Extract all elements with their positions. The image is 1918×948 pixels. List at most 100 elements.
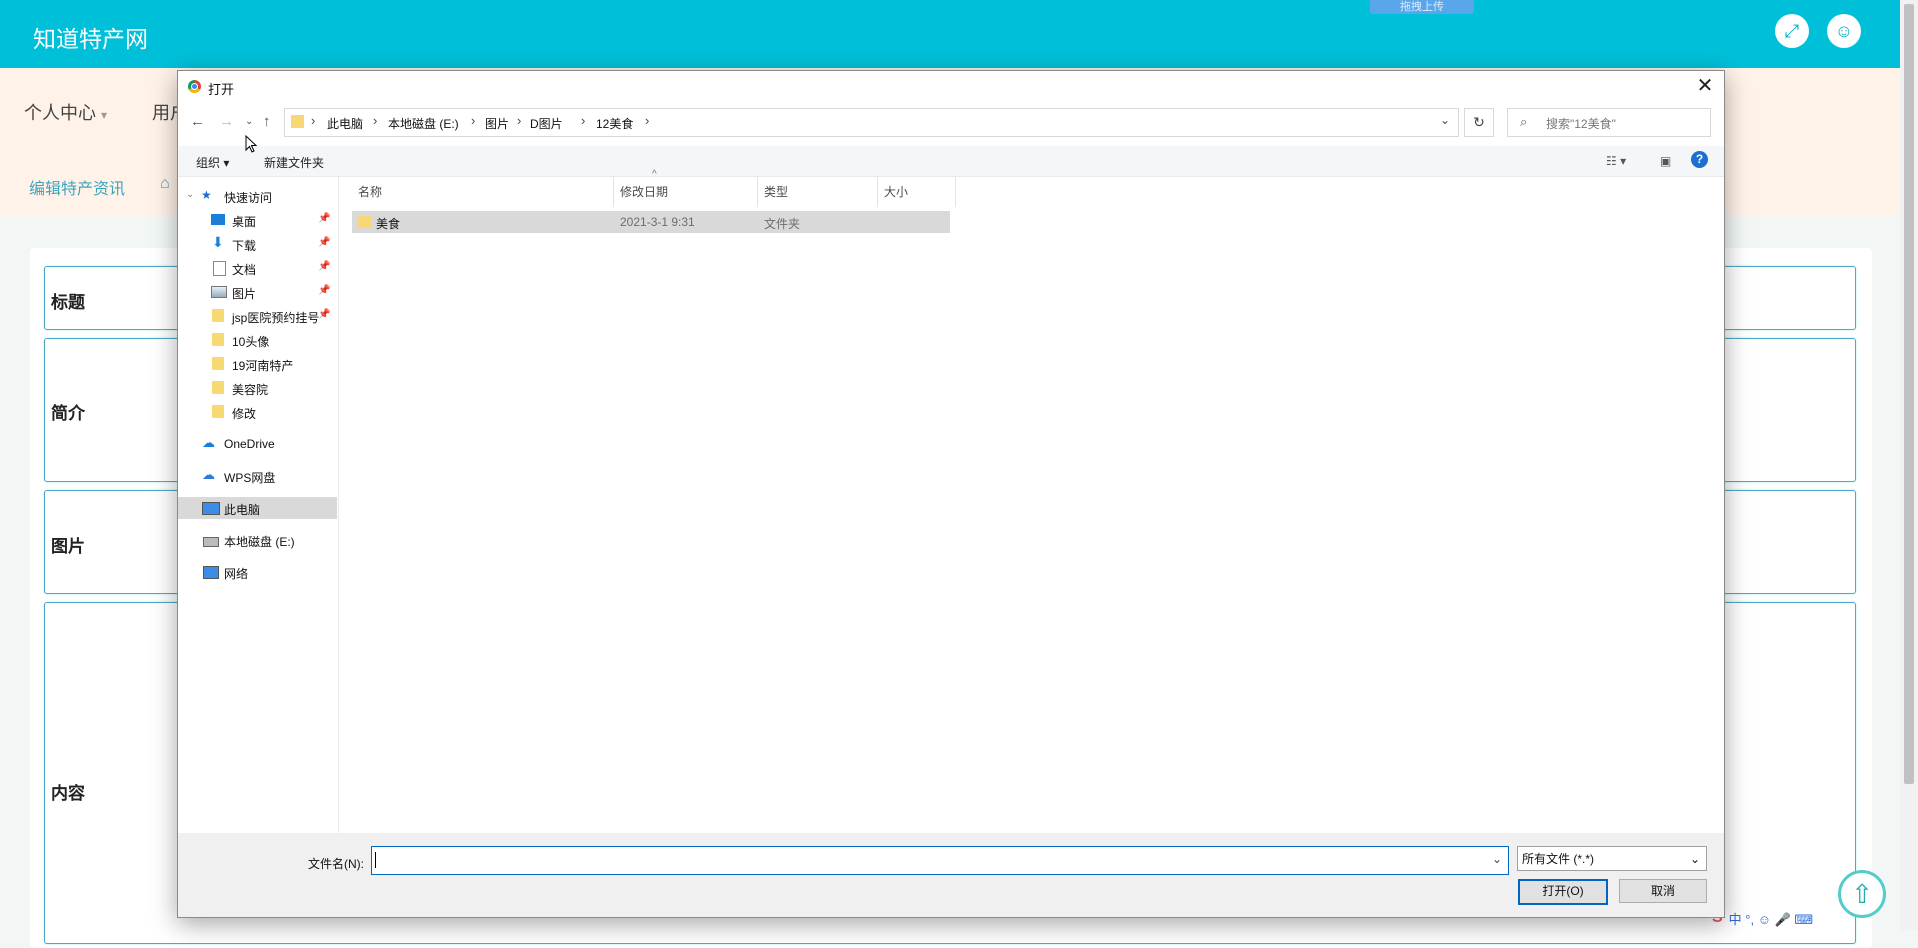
folder-icon [212, 381, 224, 394]
edit-news-link[interactable]: 编辑特产资讯 [29, 175, 125, 199]
folder-icon [212, 357, 224, 370]
cancel-button[interactable]: 取消 [1619, 879, 1707, 903]
breadcrumb-food[interactable]: 12美食 [596, 115, 633, 132]
column-size[interactable]: 大小 [878, 177, 956, 207]
folder-icon [212, 309, 224, 322]
search-box[interactable]: ⌕ 搜索"12美食" [1507, 108, 1711, 137]
fullscreen-icon[interactable]: ⤢ [1775, 14, 1809, 48]
breadcrumb-pictures[interactable]: 图片 [485, 115, 509, 132]
new-folder-button[interactable]: 新建文件夹 [264, 154, 324, 171]
file-modified: 2021-3-1 9:31 [620, 215, 695, 229]
folder-icon [212, 405, 224, 418]
forward-arrow-icon[interactable]: → [219, 113, 234, 130]
file-type: 文件夹 [764, 217, 801, 231]
nav-folder-henan[interactable]: 19河南特产 [178, 353, 337, 375]
nav-quick-access[interactable]: ⌄ ★ 快速访问 [178, 185, 337, 207]
label-intro: 简介 [51, 404, 85, 423]
search-placeholder: 搜索"12美食" [1546, 117, 1616, 131]
nav-onedrive[interactable]: ☁ OneDrive [178, 433, 337, 455]
nav-folder-jsp[interactable]: jsp医院预约挂号 📌 [178, 305, 337, 327]
file-name: 美食 [376, 217, 401, 231]
home-icon[interactable]: ⌂ [160, 175, 170, 193]
column-headers: ^ 名称 修改日期 类型 大小 [352, 169, 956, 207]
open-button[interactable]: 打开(O) [1518, 879, 1608, 905]
nav-local-disk[interactable]: 本地磁盘 (E:) [178, 529, 337, 551]
breadcrumb-local-disk[interactable]: 本地磁盘 (E:) [388, 115, 459, 132]
nav-this-pc[interactable]: 此电脑 [178, 497, 337, 519]
up-arrow-icon[interactable]: ↑ [263, 113, 271, 130]
nav-personal-center[interactable]: 个人中心 ▾ [24, 99, 107, 125]
pin-icon: 📌 [318, 261, 331, 272]
address-dropdown-icon[interactable]: ⌄ [1440, 113, 1450, 127]
column-type[interactable]: 类型 [758, 177, 878, 207]
filename-dropdown-icon[interactable]: ⌄ [1492, 852, 1502, 866]
pin-icon: 📌 [318, 309, 331, 320]
help-icon[interactable]: ? [1691, 151, 1708, 168]
mouse-cursor-icon [245, 135, 258, 153]
disk-icon [203, 537, 219, 547]
folder-icon [358, 216, 371, 228]
pictures-icon [211, 286, 227, 298]
nav-desktop[interactable]: 桌面 📌 [178, 209, 337, 231]
label-image: 图片 [51, 537, 85, 556]
chrome-icon [188, 80, 201, 93]
file-open-dialog: 打开 ✕ ← → ⌄ ↑ › 此电脑 › 本地磁盘 (E:) › 图片 › D图… [177, 70, 1725, 918]
brand-title: 知道特产网 [33, 26, 148, 52]
address-row: ← → ⌄ ↑ › 此电脑 › 本地磁盘 (E:) › 图片 › D图片 › 1… [178, 105, 1724, 139]
nav-folder-modify[interactable]: 修改 [178, 401, 337, 423]
folder-icon [291, 115, 304, 128]
organize-button[interactable]: 组织 ▾ [196, 154, 229, 171]
text-caret [375, 852, 376, 868]
view-options-icon[interactable]: ☷ ▾ [1606, 154, 1626, 168]
wps-cloud-icon: ☁ [202, 467, 215, 482]
drag-upload-tab[interactable]: 拖拽上传 [1370, 0, 1474, 14]
nav-folder-beauty[interactable]: 美容院 [178, 377, 337, 399]
label-title: 标题 [51, 293, 85, 312]
nav-documents[interactable]: 文档 📌 [178, 257, 337, 279]
back-arrow-icon[interactable]: ← [190, 113, 205, 130]
filename-input[interactable]: ⌄ [371, 846, 1509, 875]
nav-pictures[interactable]: 图片 📌 [178, 281, 337, 303]
expand-chevron-icon[interactable]: ⌄ [186, 189, 194, 200]
page-scrollbar[interactable] [1900, 0, 1918, 930]
navigation-pane: ⌄ ★ 快速访问 桌面 📌 ⬇ 下载 📌 文档 📌 图片 📌 jsp医院预约挂号 [178, 177, 339, 833]
refresh-icon[interactable]: ↻ [1464, 108, 1494, 137]
dialog-titlebar: 打开 ✕ [178, 71, 1724, 101]
address-bar[interactable]: › 此电脑 › 本地磁盘 (E:) › 图片 › D图片 › 12美食 › ⌄ [284, 108, 1459, 137]
search-icon: ⌕ [1520, 114, 1528, 129]
column-modified[interactable]: 修改日期 [614, 177, 758, 207]
network-icon [203, 566, 219, 579]
ime-toolbar[interactable]: S中 °, ☺ 🎤 ⌨ [1712, 906, 1918, 930]
app-header: 知道特产网 拖拽上传 ⤢ ☺ [0, 0, 1918, 68]
nav-folder-avatar[interactable]: 10头像 [178, 329, 337, 351]
filetype-dropdown-icon: ⌄ [1689, 852, 1700, 866]
breadcrumb-this-pc[interactable]: 此电脑 [327, 115, 363, 132]
file-row[interactable]: 美食 2021-3-1 9:31 文件夹 [352, 211, 950, 233]
dialog-title: 打开 [208, 82, 235, 97]
nav-downloads[interactable]: ⬇ 下载 📌 [178, 233, 337, 255]
filename-label: 文件名(N): [308, 857, 364, 871]
filetype-select[interactable]: 所有文件 (*.*) ⌄ [1517, 846, 1707, 871]
document-icon [213, 261, 226, 276]
column-name[interactable]: 名称 [352, 177, 614, 207]
star-icon: ★ [201, 188, 212, 202]
computer-icon [202, 502, 220, 515]
download-icon: ⬇ [212, 234, 224, 250]
recent-dropdown-icon[interactable]: ⌄ [245, 116, 253, 127]
scrollbar-thumb[interactable] [1904, 4, 1914, 784]
breadcrumb-d-pictures[interactable]: D图片 [530, 115, 563, 132]
cloud-icon: ☁ [202, 435, 215, 450]
nav-network[interactable]: 网络 [178, 561, 337, 583]
pin-icon: 📌 [318, 285, 331, 296]
desktop-icon [211, 214, 225, 225]
nav-wps[interactable]: ☁ WPS网盘 [178, 465, 337, 487]
label-content: 内容 [51, 784, 85, 803]
dialog-toolbar: 组织 ▾ 新建文件夹 ☷ ▾ ▣ [178, 146, 1724, 177]
user-avatar-icon[interactable]: ☺ [1827, 14, 1861, 48]
pin-icon: 📌 [318, 213, 331, 224]
pin-icon: 📌 [318, 237, 331, 248]
preview-pane-icon[interactable]: ▣ [1660, 154, 1671, 168]
dialog-bottom-bar: 文件名(N): ⌄ 所有文件 (*.*) ⌄ 打开(O) 取消 [178, 833, 1724, 917]
close-icon[interactable]: ✕ [1692, 73, 1718, 99]
folder-icon [212, 333, 224, 346]
